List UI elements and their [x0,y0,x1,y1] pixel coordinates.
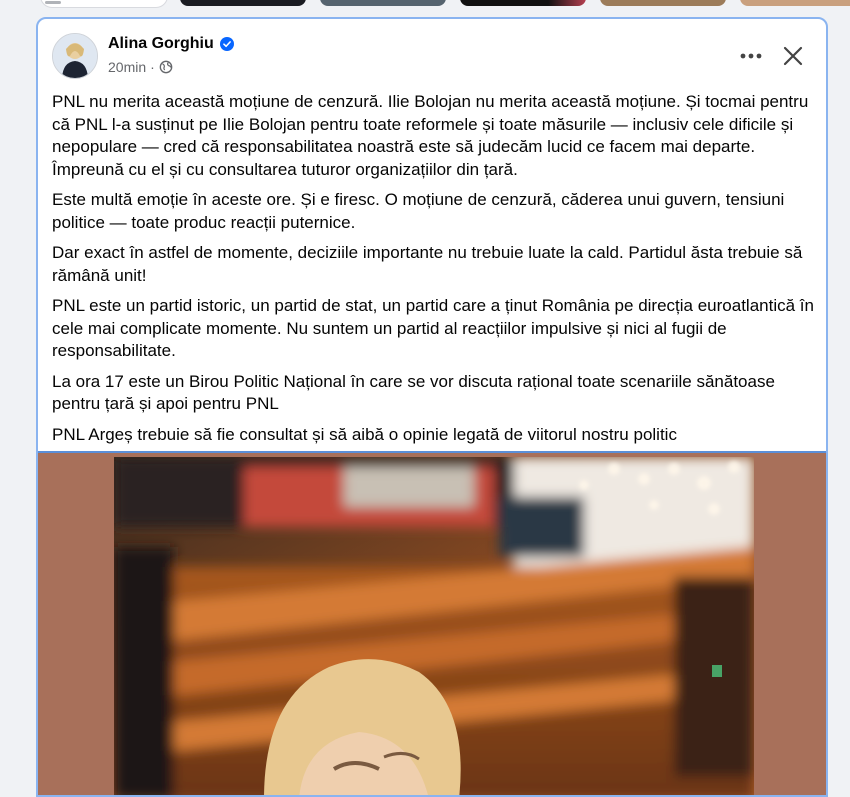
facebook-post: Alina Gorghiu 20min · PNL nu merita acea… [36,17,828,797]
post-paragraph: PNL Argeș trebuie să fie consultat și să… [52,424,677,444]
close-button[interactable] [778,41,808,71]
post-photo[interactable] [114,457,754,795]
verified-badge-icon [219,37,234,51]
post-meta: 20min · [108,59,173,75]
globe-icon[interactable] [159,60,173,74]
post-header: Alina Gorghiu 20min · [38,19,826,91]
author-name[interactable]: Alina Gorghiu [108,35,214,53]
post-paragraph: PNL nu merita această moțiune de cenzură… [52,92,809,179]
more-options-icon [740,53,762,59]
stories-strip [0,0,850,12]
story-card[interactable] [600,0,726,6]
avatar[interactable] [52,33,98,79]
post-photo-frame [38,453,826,795]
story-card[interactable] [40,0,168,8]
meta-separator: · [150,59,155,75]
story-card[interactable] [180,0,306,6]
story-indicator [45,1,61,4]
post-timestamp[interactable]: 20min [108,59,146,75]
more-options-button[interactable] [736,41,766,71]
story-card[interactable] [740,0,850,6]
post-paragraph: Este multă emoție în aceste ore. Și e fi… [52,190,785,232]
story-card[interactable] [320,0,446,6]
post-paragraph: Dar exact în astfel de momente, deciziil… [52,243,803,285]
story-card[interactable] [460,0,586,6]
post-paragraph: PNL este un partid istoric, un partid de… [52,296,814,360]
post-body: PNL nu merita această moțiune de cenzură… [52,91,818,454]
post-paragraph: La ora 17 este un Birou Politic Național… [52,371,775,414]
close-icon [783,46,803,66]
